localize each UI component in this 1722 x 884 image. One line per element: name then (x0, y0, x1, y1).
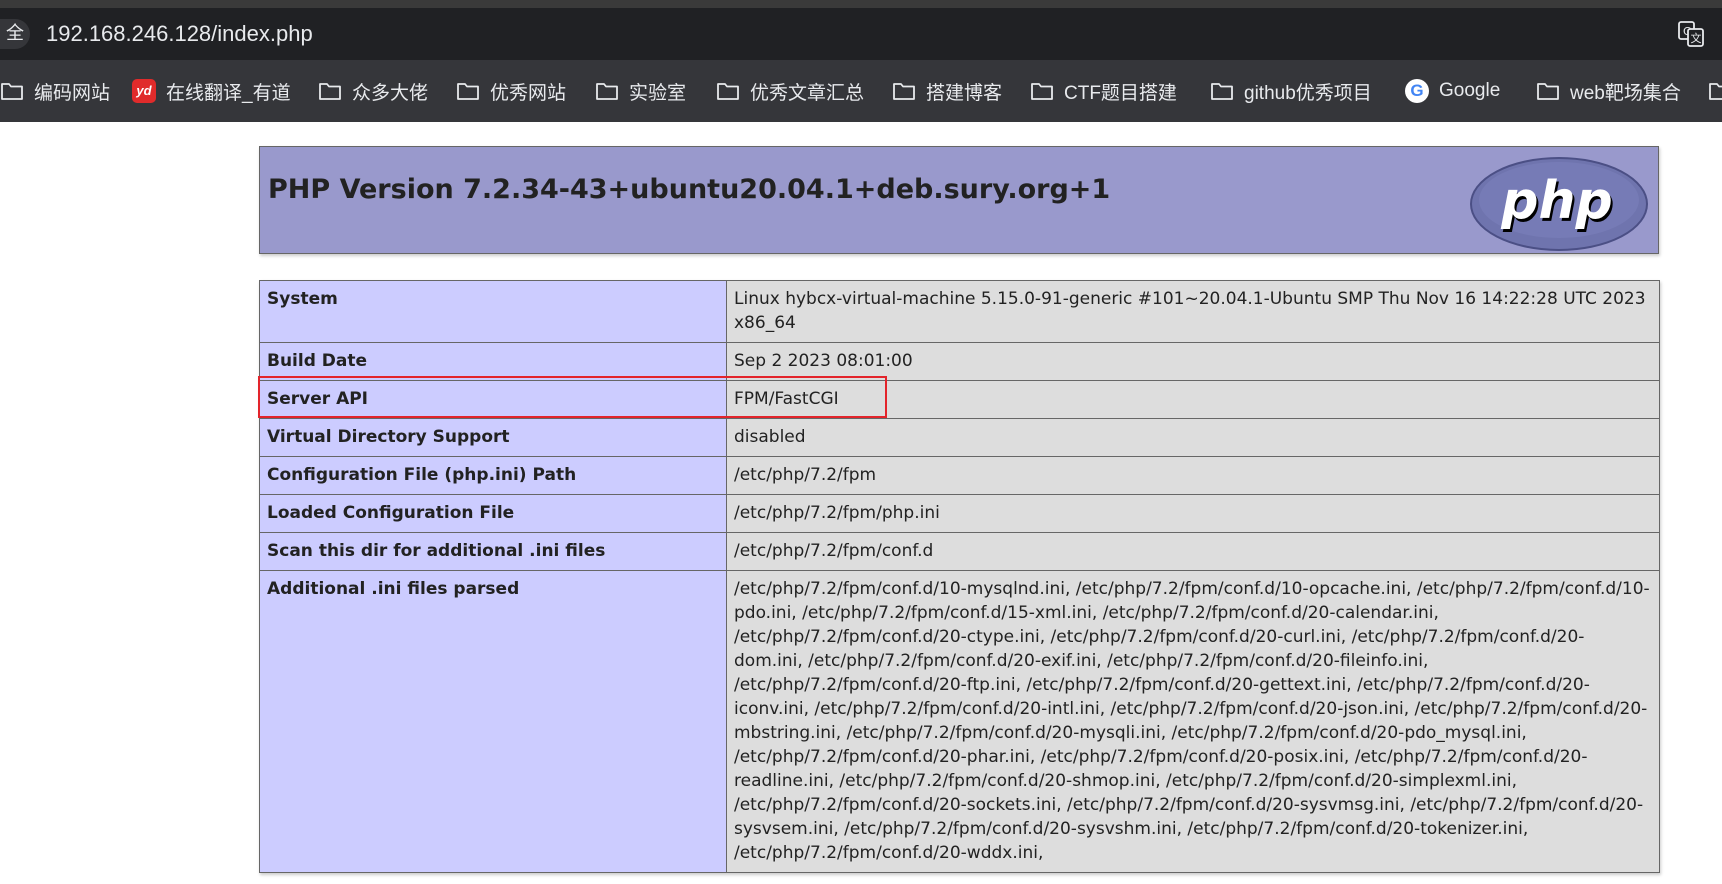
bookmark-item[interactable]: github优秀项目 (1210, 60, 1372, 122)
bookmark-label: 在线翻译_有道 (166, 82, 291, 104)
bookmark-item[interactable]: 优秀网站 (456, 60, 566, 122)
bookmark-item[interactable]: 众多大佬 (318, 60, 428, 122)
bookmark-item[interactable]: G Google (1405, 60, 1500, 122)
window-top-strip (0, 0, 1722, 8)
table-row: Additional .ini files parsed/etc/php/7.2… (259, 570, 1660, 873)
bookmark-item[interactable]: 搭建博客 (892, 60, 1002, 122)
bookmark-item[interactable]: 编码网站 (0, 60, 110, 122)
folder-icon (1210, 81, 1234, 101)
bookmark-label: 优秀网站 (490, 82, 567, 104)
folder-icon (892, 81, 916, 101)
php-logo-text-highlight: php (1500, 171, 1612, 231)
folder-icon[interactable] (1708, 60, 1722, 122)
table-row: Scan this dir for additional .ini files /… (259, 532, 1660, 571)
php-version-title: PHP Version 7.2.34-43+ubuntu20.04.1+deb.… (268, 174, 1111, 205)
bookmark-label: Google (1439, 80, 1501, 101)
folder-icon (595, 81, 619, 101)
folder-icon (318, 81, 342, 101)
table-row: Configuration File (php.ini) Path/etc/ph… (259, 456, 1660, 495)
folder-icon (716, 81, 740, 101)
bookmark-label: 实验室 (629, 82, 687, 104)
config-value: /etc/php/7.2/fpm/php.ini (726, 494, 1660, 533)
folder-icon (456, 81, 480, 101)
google-icon: G (1405, 79, 1429, 103)
bookmark-item[interactable]: web靶场集合 (1536, 60, 1681, 122)
translate-icon[interactable]: G 文 (1678, 21, 1704, 47)
youdao-icon: yd (132, 79, 156, 103)
config-value: Sep 2 2023 08:01:00 (726, 342, 1660, 381)
bookmarks-bar: 编码网站 yd 在线翻译_有道 众多大佬 优秀网站 实验室 优秀文章汇总 搭建博客 CTF题目搭… (0, 60, 1722, 122)
config-key: Virtual Directory Support (259, 418, 727, 457)
bookmark-item[interactable]: yd 在线翻译_有道 (132, 60, 291, 122)
php-version-header: PHP Version 7.2.34-43+ubuntu20.04.1+deb.… (259, 146, 1659, 254)
folder-icon (1030, 81, 1054, 101)
table-row: Loaded Configuration File/etc/php/7.2/fp… (259, 494, 1660, 533)
bookmark-label: github优秀项目 (1244, 82, 1372, 104)
config-key: Additional .ini files parsed (259, 570, 727, 873)
bookmark-label: CTF题目搭建 (1064, 82, 1177, 104)
config-key: Scan this dir for additional .ini files (259, 532, 727, 571)
address-bar: 全 192.168.246.128/index.php G 文 (0, 8, 1722, 60)
url-text[interactable]: 192.168.246.128/index.php (46, 8, 313, 60)
config-value: Linux hybcx-virtual-machine 5.15.0-91-ge… (726, 280, 1660, 343)
config-value: FPM/FastCGI (726, 380, 1660, 419)
config-key: Loaded Configuration File (259, 494, 727, 533)
config-key: Configuration File (php.ini) Path (259, 456, 727, 495)
bookmark-label: 优秀文章汇总 (750, 82, 865, 104)
table-row: Virtual Directory Support disabled (259, 418, 1660, 457)
config-key: Server API (259, 380, 727, 419)
bookmark-label: 搭建博客 (926, 82, 1003, 104)
table-row: Build Date Sep 2 2023 08:01:00 (259, 342, 1660, 381)
config-value: /etc/php/7.2/fpm/conf.d/10-mysqlnd.ini, … (726, 570, 1660, 873)
bookmark-item[interactable]: 优秀文章汇总 (716, 60, 864, 122)
folder-icon (0, 81, 24, 101)
security-chip-label: 全 (6, 23, 24, 44)
bookmark-label: 编码网站 (34, 82, 111, 104)
php-logo[interactable]: php php (1468, 155, 1650, 253)
bookmark-item[interactable]: 实验室 (595, 60, 686, 122)
phpinfo-table: System Linux hybcx-virtual-machine 5.15.0… (259, 280, 1660, 873)
config-value: /etc/php/7.2/fpm/conf.d (726, 532, 1660, 571)
bookmark-item[interactable]: CTF题目搭建 (1030, 60, 1177, 122)
bookmark-label: web靶场集合 (1570, 82, 1681, 104)
config-key: System (259, 280, 727, 343)
svg-text:文: 文 (1691, 31, 1702, 45)
config-value: /etc/php/7.2/fpm (726, 456, 1660, 495)
table-row: System Linux hybcx-virtual-machine 5.15.0… (259, 280, 1660, 343)
table-row: Server API FPM/FastCGI (259, 380, 1660, 419)
security-chip[interactable]: 全 (0, 19, 30, 49)
config-key: Build Date (259, 342, 727, 381)
bookmark-label: 众多大佬 (352, 82, 429, 104)
config-value: disabled (726, 418, 1660, 457)
folder-icon (1536, 81, 1560, 101)
